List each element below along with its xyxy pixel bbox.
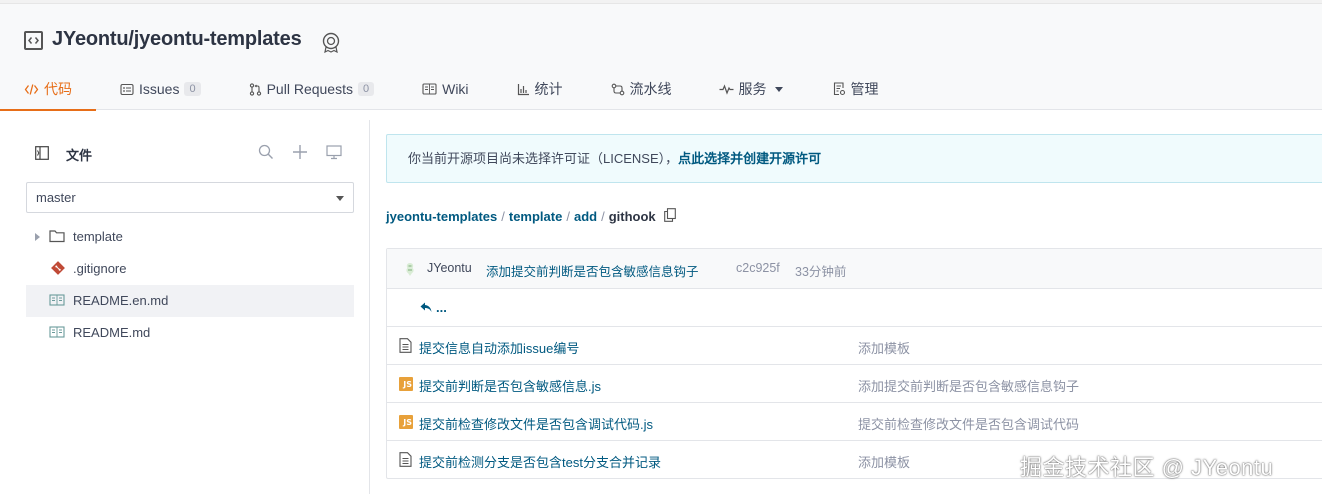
chevron-down-icon xyxy=(774,86,783,92)
file-name[interactable]: 提交前判断是否包含敏感信息.js xyxy=(419,376,601,395)
issues-icon xyxy=(120,83,134,96)
pulse-icon xyxy=(719,83,734,95)
reply-arrow-icon xyxy=(420,302,432,313)
tree-item-readme[interactable]: README.md xyxy=(26,317,354,349)
file-row[interactable]: JS 提交前判断是否包含敏感信息.js 添加提交前判断是否包含敏感信息钩子 xyxy=(387,365,1322,403)
file-name[interactable]: 提交信息自动添加issue编号 xyxy=(419,338,579,357)
parent-directory-row[interactable]: ... xyxy=(387,289,1322,327)
issues-count-badge: 0 xyxy=(184,82,201,96)
git-icon xyxy=(51,261,65,278)
tab-label: 代码 xyxy=(44,81,72,97)
tab-manage[interactable]: 管理 xyxy=(833,68,879,110)
pipeline-icon xyxy=(611,83,625,96)
breadcrumb-template[interactable]: template xyxy=(509,209,562,224)
add-file-icon[interactable] xyxy=(292,144,308,163)
copy-path-icon[interactable] xyxy=(663,208,676,225)
branch-select[interactable]: master xyxy=(26,182,354,213)
breadcrumb: jyeontu-templates / template / add / git… xyxy=(386,208,676,225)
file-commit-message[interactable]: 添加模板 xyxy=(858,452,910,471)
sidebar-panel-icon[interactable] xyxy=(35,146,49,163)
file-name[interactable]: 提交前检测分支是否包含test分支合并记录 xyxy=(419,452,661,471)
watermark: 掘金技术社区 @ JYeontu xyxy=(1020,455,1274,480)
tab-code[interactable]: 代码 xyxy=(0,68,96,111)
pull-requests-count-badge: 0 xyxy=(357,82,375,96)
pull-request-icon xyxy=(249,82,262,96)
tab-issues[interactable]: Issues 0 xyxy=(120,68,201,110)
caret-down-icon xyxy=(336,196,344,201)
breadcrumb-repo[interactable]: jyeontu-templates xyxy=(386,209,497,224)
javascript-file-icon: JS xyxy=(399,415,413,429)
breadcrumb-githook: githook xyxy=(608,209,656,224)
expand-arrow-icon[interactable] xyxy=(35,233,40,241)
repo-header: JYeontu/jyeontu-templates 代码 Issues 0 Pu… xyxy=(0,0,1322,111)
file-name[interactable]: 提交前检查修改文件是否包含调试代码.js xyxy=(419,414,653,433)
file-commit-message[interactable]: 提交前检查修改文件是否包含调试代码 xyxy=(858,414,1079,433)
breadcrumb-add[interactable]: add xyxy=(574,209,597,224)
search-icon[interactable] xyxy=(258,144,274,163)
monitor-icon[interactable] xyxy=(326,144,342,163)
tab-label: Issues xyxy=(139,81,180,97)
repo-title[interactable]: JYeontu/jyeontu-templates xyxy=(52,28,302,51)
chart-icon xyxy=(517,83,530,96)
tab-label: 管理 xyxy=(850,81,879,97)
tab-label: Pull Requests xyxy=(266,81,353,97)
recommend-badge-icon[interactable] xyxy=(320,31,342,56)
file-icon xyxy=(399,452,412,470)
javascript-file-icon: JS xyxy=(399,377,413,391)
settings-doc-icon xyxy=(833,82,846,96)
file-icon xyxy=(399,338,412,356)
latest-commit: JYeontu 添加提交前判断是否包含敏感信息钩子 c2c925f 33分钟前 xyxy=(387,249,1322,289)
tab-label: Wiki xyxy=(442,81,469,97)
tree-item-label: README.md xyxy=(73,325,151,340)
tree-item-gitignore[interactable]: .gitignore xyxy=(26,253,354,285)
tab-label: 统计 xyxy=(534,81,563,97)
tree-item-template[interactable]: template xyxy=(26,221,354,253)
tree-item-label: .gitignore xyxy=(73,261,127,276)
breadcrumb-separator: / xyxy=(601,209,605,224)
tree-item-label: README.en.md xyxy=(73,293,169,308)
create-license-link[interactable]: 点此选择并创建开源许可 xyxy=(678,151,821,166)
repo-tabs: 代码 Issues 0 Pull Requests 0 Wiki 统计 流水线 … xyxy=(0,68,879,111)
commit-message[interactable]: 添加提交前判断是否包含敏感信息钩子 xyxy=(486,261,699,280)
breadcrumb-separator: / xyxy=(566,209,570,224)
tab-services[interactable]: 服务 xyxy=(719,68,783,110)
breadcrumb-separator: / xyxy=(501,209,505,224)
file-sidebar: 文件 master template .gitignore README.en.… xyxy=(0,120,370,494)
file-row[interactable]: JS 提交前检查修改文件是否包含调试代码.js 提交前检查修改文件是否包含调试代… xyxy=(387,403,1322,441)
tab-label: 流水线 xyxy=(629,81,672,97)
readme-icon xyxy=(49,325,65,342)
parent-directory-label: ... xyxy=(436,300,447,315)
license-notice: 你当前开源项目尚未选择许可证（LICENSE），点此选择并创建开源许可 xyxy=(386,134,1322,183)
file-tree: template .gitignore README.en.md README.… xyxy=(26,221,354,349)
code-icon xyxy=(24,83,39,96)
parent-directory-link[interactable]: ... xyxy=(420,300,447,315)
sidebar-title: 文件 xyxy=(66,148,93,163)
readme-icon xyxy=(49,293,65,310)
branch-name: master xyxy=(36,190,76,205)
file-row[interactable]: 提交信息自动添加issue编号 添加模板 xyxy=(387,327,1322,365)
commit-time: 33分钟前 xyxy=(795,265,847,279)
tab-pipeline[interactable]: 流水线 xyxy=(611,68,672,110)
wiki-icon xyxy=(422,83,437,95)
tree-item-label: template xyxy=(73,229,123,244)
tree-item-readme-en[interactable]: README.en.md xyxy=(26,285,354,317)
tab-label: 服务 xyxy=(738,81,767,97)
file-list: JYeontu 添加提交前判断是否包含敏感信息钩子 c2c925f 33分钟前 … xyxy=(386,248,1322,479)
repo-code-icon xyxy=(24,31,43,50)
file-commit-message[interactable]: 添加模板 xyxy=(858,338,910,357)
tab-wiki[interactable]: Wiki xyxy=(422,68,469,110)
commit-author[interactable]: JYeontu xyxy=(427,261,472,275)
top-bar xyxy=(0,0,1322,4)
sidebar-header: 文件 xyxy=(26,144,354,163)
folder-icon xyxy=(49,229,65,246)
commit-sha[interactable]: c2c925f xyxy=(736,261,780,275)
tab-pull-requests[interactable]: Pull Requests 0 xyxy=(249,68,375,110)
tab-stats[interactable]: 统计 xyxy=(517,68,563,110)
license-notice-text: 你当前开源项目尚未选择许可证（LICENSE）， xyxy=(408,151,679,166)
file-commit-message[interactable]: 添加提交前判断是否包含敏感信息钩子 xyxy=(858,376,1079,395)
committer-avatar[interactable] xyxy=(403,261,417,280)
